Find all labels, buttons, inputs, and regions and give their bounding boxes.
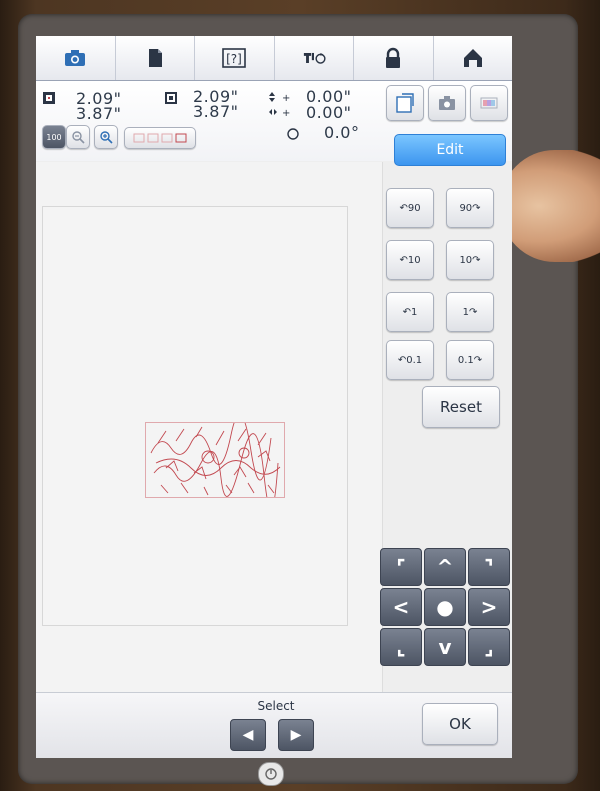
select-previous-button[interactable]: ◀ bbox=[230, 719, 266, 751]
pattern-size-icon bbox=[43, 92, 55, 104]
rotate-right-0-1-button[interactable]: 0.1 ↷ bbox=[446, 340, 494, 380]
tab-camera[interactable] bbox=[36, 36, 116, 80]
camera-view-button[interactable] bbox=[428, 85, 466, 121]
rotation-angle-value: 0.0° bbox=[324, 123, 360, 142]
move-up-left-button[interactable]: ⌜ bbox=[380, 548, 422, 586]
power-icon bbox=[265, 768, 277, 780]
zoom-out-button[interactable] bbox=[66, 125, 90, 149]
embroidery-pattern[interactable] bbox=[145, 414, 285, 511]
rotate-left-90-button[interactable]: ↶ 90 bbox=[386, 188, 434, 228]
camera-icon bbox=[65, 50, 86, 66]
edit-button[interactable]: Edit bbox=[394, 134, 506, 166]
tab-lock[interactable] bbox=[354, 36, 434, 80]
color-palette-icon bbox=[480, 97, 498, 109]
svg-text:[?]: [?] bbox=[226, 52, 242, 66]
rotate-right-90-button[interactable]: 90 ↷ bbox=[446, 188, 494, 228]
rotate-left-10-button[interactable]: ↶ 10 bbox=[386, 240, 434, 280]
rotate-right-10-button[interactable]: 10 ↷ bbox=[446, 240, 494, 280]
scan-pattern-button[interactable] bbox=[386, 85, 424, 121]
triangle-left-icon: ◀ bbox=[242, 727, 254, 743]
bottom-bar: Select ◀ ▶ OK bbox=[36, 692, 512, 758]
pattern-height-value: 3.87" bbox=[76, 104, 122, 123]
lcd-screen: [?] 2.09" 3.87" 2.09" 3.87" + 0.00" + 0.… bbox=[36, 36, 512, 758]
rotate-angle-icon bbox=[287, 128, 299, 140]
rotate-left-0-1-button[interactable]: ↶ 0.1 bbox=[386, 340, 434, 380]
zoom-in-button[interactable] bbox=[94, 125, 118, 149]
tab-machine-settings[interactable] bbox=[275, 36, 354, 80]
horizontal-move-icon: + bbox=[269, 108, 290, 118]
move-down-left-button[interactable]: ⌞ bbox=[380, 628, 422, 666]
document-icon bbox=[148, 49, 162, 67]
tab-document[interactable] bbox=[116, 36, 195, 80]
center-button[interactable]: ● bbox=[424, 588, 466, 626]
color-settings-button[interactable] bbox=[470, 85, 508, 121]
area-height-value: 3.87" bbox=[193, 102, 239, 121]
pattern-stitches bbox=[150, 414, 281, 511]
ok-button[interactable]: OK bbox=[422, 703, 498, 745]
reset-button[interactable]: Reset bbox=[422, 386, 500, 428]
horizontal-offset-value: 0.00" bbox=[306, 103, 352, 122]
move-up-button[interactable]: ^ bbox=[424, 548, 466, 586]
camera-view-icon bbox=[439, 96, 455, 110]
scan-icon bbox=[396, 93, 414, 113]
corner-down-left-icon: ⌞ bbox=[396, 635, 406, 659]
rotate-right-1-button[interactable]: 1 ↷ bbox=[446, 292, 494, 332]
triangle-right-icon: ▶ bbox=[290, 727, 302, 743]
arrow-left-icon: < bbox=[392, 595, 410, 619]
hoop-frames-icon bbox=[133, 133, 187, 143]
embroidery-hoop-frame bbox=[42, 206, 348, 626]
move-right-button[interactable]: > bbox=[468, 588, 510, 626]
move-up-right-button[interactable]: ⌝ bbox=[468, 548, 510, 586]
tab-home[interactable] bbox=[434, 36, 513, 80]
corner-down-right-icon: ⌟ bbox=[484, 635, 494, 659]
embroidery-area-icon bbox=[165, 92, 177, 104]
home-icon bbox=[463, 49, 482, 67]
finger bbox=[500, 150, 600, 262]
vertical-offset-value: 0.00" bbox=[306, 87, 352, 106]
machine-settings-icon bbox=[303, 52, 326, 64]
select-label: Select bbox=[257, 699, 295, 713]
tab-help[interactable]: [?] bbox=[195, 36, 275, 80]
arrow-down-icon: v bbox=[438, 635, 452, 659]
pattern-canvas[interactable] bbox=[36, 162, 383, 692]
lock-icon bbox=[386, 47, 401, 68]
corner-up-left-icon: ⌜ bbox=[396, 555, 406, 579]
svg-text:+: + bbox=[282, 93, 290, 103]
move-down-right-button[interactable]: ⌟ bbox=[468, 628, 510, 666]
hoop-display-button[interactable] bbox=[124, 127, 196, 149]
arrow-up-icon: ^ bbox=[436, 555, 454, 579]
rotate-left-1-button[interactable]: ↶ 1 bbox=[386, 292, 434, 332]
arrow-right-icon: > bbox=[480, 595, 498, 619]
zoom-out-icon bbox=[72, 131, 85, 144]
move-down-button[interactable]: v bbox=[424, 628, 466, 666]
move-left-button[interactable]: < bbox=[380, 588, 422, 626]
corner-up-right-icon: ⌝ bbox=[484, 555, 494, 579]
select-next-button[interactable]: ▶ bbox=[278, 719, 314, 751]
tab-bar: [?] bbox=[36, 36, 512, 81]
svg-text:+: + bbox=[282, 108, 290, 118]
help-icon: [?] bbox=[222, 48, 247, 68]
vertical-move-icon: + bbox=[269, 92, 290, 103]
zoom-100-button[interactable]: 100 bbox=[42, 125, 66, 149]
center-dot-icon: ● bbox=[436, 595, 454, 619]
home-button[interactable] bbox=[258, 762, 284, 786]
zoom-in-icon bbox=[100, 131, 113, 144]
